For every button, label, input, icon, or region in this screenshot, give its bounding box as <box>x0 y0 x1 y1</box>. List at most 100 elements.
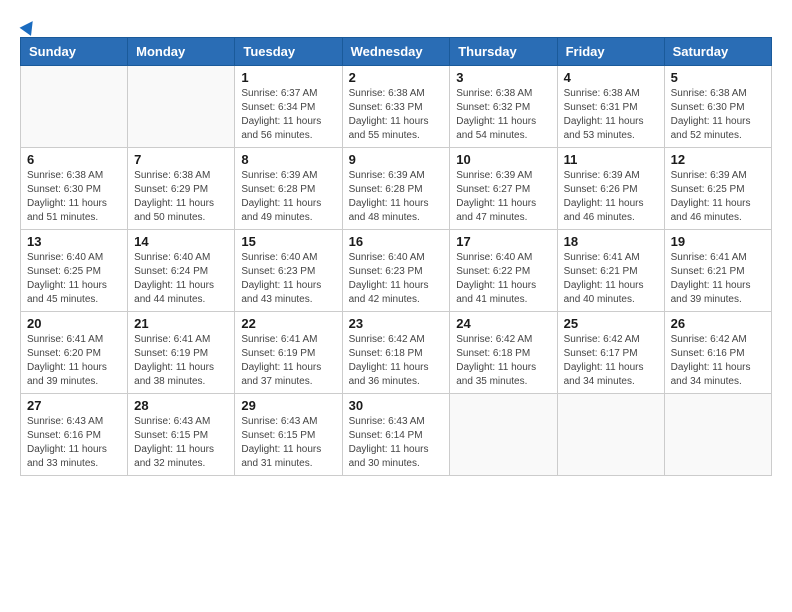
cell-content: Sunrise: 6:43 AM Sunset: 6:15 PM Dayligh… <box>134 415 228 471</box>
cell-content: Sunrise: 6:39 AM Sunset: 6:27 PM Dayligh… <box>456 169 550 225</box>
cell-content: Sunrise: 6:39 AM Sunset: 6:25 PM Dayligh… <box>671 169 765 225</box>
calendar-cell: 9 Sunrise: 6:39 AM Sunset: 6:28 PM Daylig… <box>342 148 450 230</box>
calendar-cell: 28 Sunrise: 6:43 AM Sunset: 6:15 PM Dayli… <box>128 394 235 476</box>
day-number: 30 <box>349 398 444 413</box>
cell-content: Sunrise: 6:38 AM Sunset: 6:30 PM Dayligh… <box>27 169 121 225</box>
calendar-cell: 6 Sunrise: 6:38 AM Sunset: 6:30 PM Daylig… <box>21 148 128 230</box>
calendar-cell: 11 Sunrise: 6:39 AM Sunset: 6:26 PM Dayli… <box>557 148 664 230</box>
day-number: 19 <box>671 234 765 249</box>
cell-content: Sunrise: 6:41 AM Sunset: 6:21 PM Dayligh… <box>671 251 765 307</box>
cell-content: Sunrise: 6:38 AM Sunset: 6:30 PM Dayligh… <box>671 87 765 143</box>
cell-content: Sunrise: 6:43 AM Sunset: 6:14 PM Dayligh… <box>349 415 444 471</box>
day-number: 24 <box>456 316 550 331</box>
calendar-cell: 19 Sunrise: 6:41 AM Sunset: 6:21 PM Dayli… <box>664 230 771 312</box>
day-number: 18 <box>564 234 658 249</box>
calendar-cell <box>664 394 771 476</box>
day-number: 21 <box>134 316 228 331</box>
day-number: 16 <box>349 234 444 249</box>
calendar-cell: 3Sunrise: 6:38 AM Sunset: 6:32 PM Daylig… <box>450 66 557 148</box>
calendar-cell <box>21 66 128 148</box>
cell-content: Sunrise: 6:42 AM Sunset: 6:17 PM Dayligh… <box>564 333 658 389</box>
calendar-cell: 21 Sunrise: 6:41 AM Sunset: 6:19 PM Dayli… <box>128 312 235 394</box>
cell-content: Sunrise: 6:41 AM Sunset: 6:21 PM Dayligh… <box>564 251 658 307</box>
cell-content: Sunrise: 6:41 AM Sunset: 6:20 PM Dayligh… <box>27 333 121 389</box>
cell-content: Sunrise: 6:39 AM Sunset: 6:26 PM Dayligh… <box>564 169 658 225</box>
day-number: 6 <box>27 152 121 167</box>
calendar-cell <box>450 394 557 476</box>
cell-content: Sunrise: 6:39 AM Sunset: 6:28 PM Dayligh… <box>241 169 335 225</box>
cell-content: Sunrise: 6:40 AM Sunset: 6:23 PM Dayligh… <box>241 251 335 307</box>
calendar-cell: 1 Sunrise: 6:37 AM Sunset: 6:34 PM Daylig… <box>235 66 342 148</box>
cell-content: Sunrise: 6:40 AM Sunset: 6:22 PM Dayligh… <box>456 251 550 307</box>
cell-content: Sunrise: 6:39 AM Sunset: 6:28 PM Dayligh… <box>349 169 444 225</box>
calendar-cell: 4Sunrise: 6:38 AM Sunset: 6:31 PM Daylig… <box>557 66 664 148</box>
day-number: 7 <box>134 152 228 167</box>
week-row-3: 13Sunrise: 6:40 AM Sunset: 6:25 PM Dayli… <box>21 230 772 312</box>
calendar-cell: 26 Sunrise: 6:42 AM Sunset: 6:16 PM Dayli… <box>664 312 771 394</box>
calendar-cell: 27Sunrise: 6:43 AM Sunset: 6:16 PM Dayli… <box>21 394 128 476</box>
col-header-saturday: Saturday <box>664 38 771 66</box>
cell-content: Sunrise: 6:38 AM Sunset: 6:31 PM Dayligh… <box>564 87 658 143</box>
calendar: SundayMondayTuesdayWednesdayThursdayFrid… <box>20 37 772 476</box>
day-number: 26 <box>671 316 765 331</box>
day-number: 23 <box>349 316 444 331</box>
calendar-cell: 23 Sunrise: 6:42 AM Sunset: 6:18 PM Dayli… <box>342 312 450 394</box>
cell-content: Sunrise: 6:40 AM Sunset: 6:24 PM Dayligh… <box>134 251 228 307</box>
cell-content: Sunrise: 6:41 AM Sunset: 6:19 PM Dayligh… <box>241 333 335 389</box>
day-number: 20 <box>27 316 121 331</box>
day-number: 9 <box>349 152 444 167</box>
day-number: 11 <box>564 152 658 167</box>
day-number: 28 <box>134 398 228 413</box>
cell-content: Sunrise: 6:42 AM Sunset: 6:18 PM Dayligh… <box>349 333 444 389</box>
day-number: 22 <box>241 316 335 331</box>
calendar-cell: 30 Sunrise: 6:43 AM Sunset: 6:14 PM Dayli… <box>342 394 450 476</box>
calendar-cell: 2Sunrise: 6:38 AM Sunset: 6:33 PM Daylig… <box>342 66 450 148</box>
calendar-cell: 29Sunrise: 6:43 AM Sunset: 6:15 PM Dayli… <box>235 394 342 476</box>
cell-content: Sunrise: 6:38 AM Sunset: 6:29 PM Dayligh… <box>134 169 228 225</box>
calendar-cell: 17 Sunrise: 6:40 AM Sunset: 6:22 PM Dayli… <box>450 230 557 312</box>
logo <box>20 20 36 27</box>
calendar-cell: 7 Sunrise: 6:38 AM Sunset: 6:29 PM Daylig… <box>128 148 235 230</box>
calendar-cell <box>128 66 235 148</box>
day-number: 10 <box>456 152 550 167</box>
col-header-monday: Monday <box>128 38 235 66</box>
cell-content: Sunrise: 6:38 AM Sunset: 6:33 PM Dayligh… <box>349 87 444 143</box>
calendar-header-row: SundayMondayTuesdayWednesdayThursdayFrid… <box>21 38 772 66</box>
day-number: 8 <box>241 152 335 167</box>
week-row-4: 20 Sunrise: 6:41 AM Sunset: 6:20 PM Dayli… <box>21 312 772 394</box>
calendar-cell: 13Sunrise: 6:40 AM Sunset: 6:25 PM Dayli… <box>21 230 128 312</box>
col-header-sunday: Sunday <box>21 38 128 66</box>
col-header-friday: Friday <box>557 38 664 66</box>
cell-content: Sunrise: 6:38 AM Sunset: 6:32 PM Dayligh… <box>456 87 550 143</box>
day-number: 5 <box>671 70 765 85</box>
cell-content: Sunrise: 6:41 AM Sunset: 6:19 PM Dayligh… <box>134 333 228 389</box>
col-header-thursday: Thursday <box>450 38 557 66</box>
day-number: 17 <box>456 234 550 249</box>
calendar-cell: 22 Sunrise: 6:41 AM Sunset: 6:19 PM Dayli… <box>235 312 342 394</box>
calendar-cell: 5 Sunrise: 6:38 AM Sunset: 6:30 PM Daylig… <box>664 66 771 148</box>
calendar-cell: 20 Sunrise: 6:41 AM Sunset: 6:20 PM Dayli… <box>21 312 128 394</box>
calendar-cell: 8 Sunrise: 6:39 AM Sunset: 6:28 PM Daylig… <box>235 148 342 230</box>
cell-content: Sunrise: 6:40 AM Sunset: 6:25 PM Dayligh… <box>27 251 121 307</box>
calendar-cell: 15 Sunrise: 6:40 AM Sunset: 6:23 PM Dayli… <box>235 230 342 312</box>
calendar-cell: 10 Sunrise: 6:39 AM Sunset: 6:27 PM Dayli… <box>450 148 557 230</box>
day-number: 27 <box>27 398 121 413</box>
logo-arrow-icon <box>20 17 39 36</box>
calendar-cell <box>557 394 664 476</box>
calendar-cell: 25 Sunrise: 6:42 AM Sunset: 6:17 PM Dayli… <box>557 312 664 394</box>
cell-content: Sunrise: 6:42 AM Sunset: 6:18 PM Dayligh… <box>456 333 550 389</box>
day-number: 12 <box>671 152 765 167</box>
cell-content: Sunrise: 6:40 AM Sunset: 6:23 PM Dayligh… <box>349 251 444 307</box>
calendar-cell: 18 Sunrise: 6:41 AM Sunset: 6:21 PM Dayli… <box>557 230 664 312</box>
cell-content: Sunrise: 6:37 AM Sunset: 6:34 PM Dayligh… <box>241 87 335 143</box>
day-number: 25 <box>564 316 658 331</box>
week-row-5: 27Sunrise: 6:43 AM Sunset: 6:16 PM Dayli… <box>21 394 772 476</box>
cell-content: Sunrise: 6:42 AM Sunset: 6:16 PM Dayligh… <box>671 333 765 389</box>
day-number: 14 <box>134 234 228 249</box>
week-row-2: 6 Sunrise: 6:38 AM Sunset: 6:30 PM Daylig… <box>21 148 772 230</box>
day-number: 1 <box>241 70 335 85</box>
day-number: 15 <box>241 234 335 249</box>
col-header-tuesday: Tuesday <box>235 38 342 66</box>
day-number: 29 <box>241 398 335 413</box>
calendar-cell: 14 Sunrise: 6:40 AM Sunset: 6:24 PM Dayli… <box>128 230 235 312</box>
